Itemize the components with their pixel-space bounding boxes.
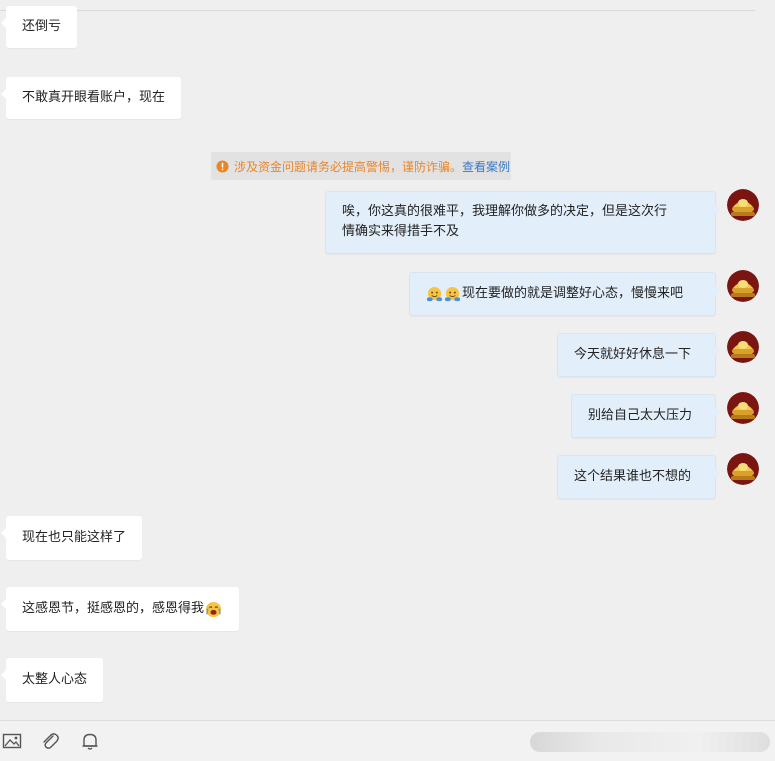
avatar-gold-ingot-icon	[727, 331, 759, 363]
avatar[interactable]	[727, 453, 759, 485]
info-icon	[216, 159, 229, 173]
message-text: 太整人心态	[22, 672, 88, 687]
avatar[interactable]	[727, 270, 759, 302]
message-text: 今天就好好休息一下	[574, 347, 692, 362]
message-bubble-incoming[interactable]: 不敢真开眼看账户，现在	[0, 77, 182, 119]
message-input[interactable]	[530, 732, 770, 752]
bell-icon[interactable]	[80, 731, 100, 751]
message-bubble-outgoing[interactable]: 别给自己太大压力	[571, 394, 720, 438]
avatar[interactable]	[727, 392, 759, 424]
hug-emoji-icon	[444, 286, 461, 301]
message-text: 现在也只能这样了	[22, 530, 127, 545]
message-bubble-outgoing[interactable]: 今天就好好休息一下	[557, 333, 720, 377]
avatar-gold-ingot-icon	[727, 392, 759, 424]
message-bubble-outgoing[interactable]: 唉，你这真的很难平，我理解你做多的决定，但是这次行 情确实来得措手不及	[325, 191, 720, 254]
message-text-block: 唉，你这真的很难平，我理解你做多的决定，但是这次行 情确实来得措手不及	[342, 202, 667, 242]
message-text: 这个结果谁也不想的	[574, 469, 692, 484]
chat-area[interactable]: 还倒亏 不敢真开眼看账户，现在 涉及资金问题请务必提高警惕，谨防诈骗。 查看案例…	[0, 0, 775, 720]
message-text: 这感恩节，挺感恩的，感恩得我	[22, 601, 205, 616]
message-text-line: 唉，你这真的很难平，我理解你做多的决定，但是这次行	[342, 204, 668, 219]
avatar-gold-ingot-icon	[727, 270, 759, 302]
message-bubble-incoming[interactable]: 还倒亏	[0, 6, 78, 48]
message-text: 不敢真开眼看账户，现在	[22, 90, 166, 105]
view-cases-link[interactable]: 查看案例	[462, 158, 510, 175]
avatar[interactable]	[727, 331, 759, 363]
input-toolbar	[0, 720, 775, 761]
attachment-icon[interactable]	[40, 731, 60, 751]
crying-emoji-icon	[205, 601, 222, 617]
message-bubble-incoming[interactable]: 太整人心态	[0, 658, 104, 702]
message-text: 别给自己太大压力	[588, 408, 693, 423]
message-bubble-incoming[interactable]: 现在也只能这样了	[0, 516, 143, 560]
notice-text: 涉及资金问题请务必提高警惕，谨防诈骗。	[234, 159, 463, 174]
message-text: 现在要做的就是调整好心态，慢慢来吧	[462, 286, 684, 301]
fraud-warning-notice: 涉及资金问题请务必提高警惕，谨防诈骗。 查看案例	[211, 152, 511, 180]
avatar-gold-ingot-icon	[727, 453, 759, 485]
avatar-gold-ingot-icon	[727, 189, 759, 221]
avatar[interactable]	[727, 189, 759, 221]
image-icon[interactable]	[2, 731, 22, 751]
hug-emoji-icon	[426, 286, 443, 301]
message-bubble-outgoing[interactable]: 现在要做的就是调整好心态，慢慢来吧	[409, 272, 720, 316]
message-text-line: 情确实来得措手不及	[342, 224, 460, 239]
message-text: 还倒亏	[22, 19, 62, 34]
message-bubble-outgoing[interactable]: 这个结果谁也不想的	[557, 455, 720, 499]
message-bubble-incoming[interactable]: 这感恩节，挺感恩的，感恩得我	[0, 587, 240, 631]
